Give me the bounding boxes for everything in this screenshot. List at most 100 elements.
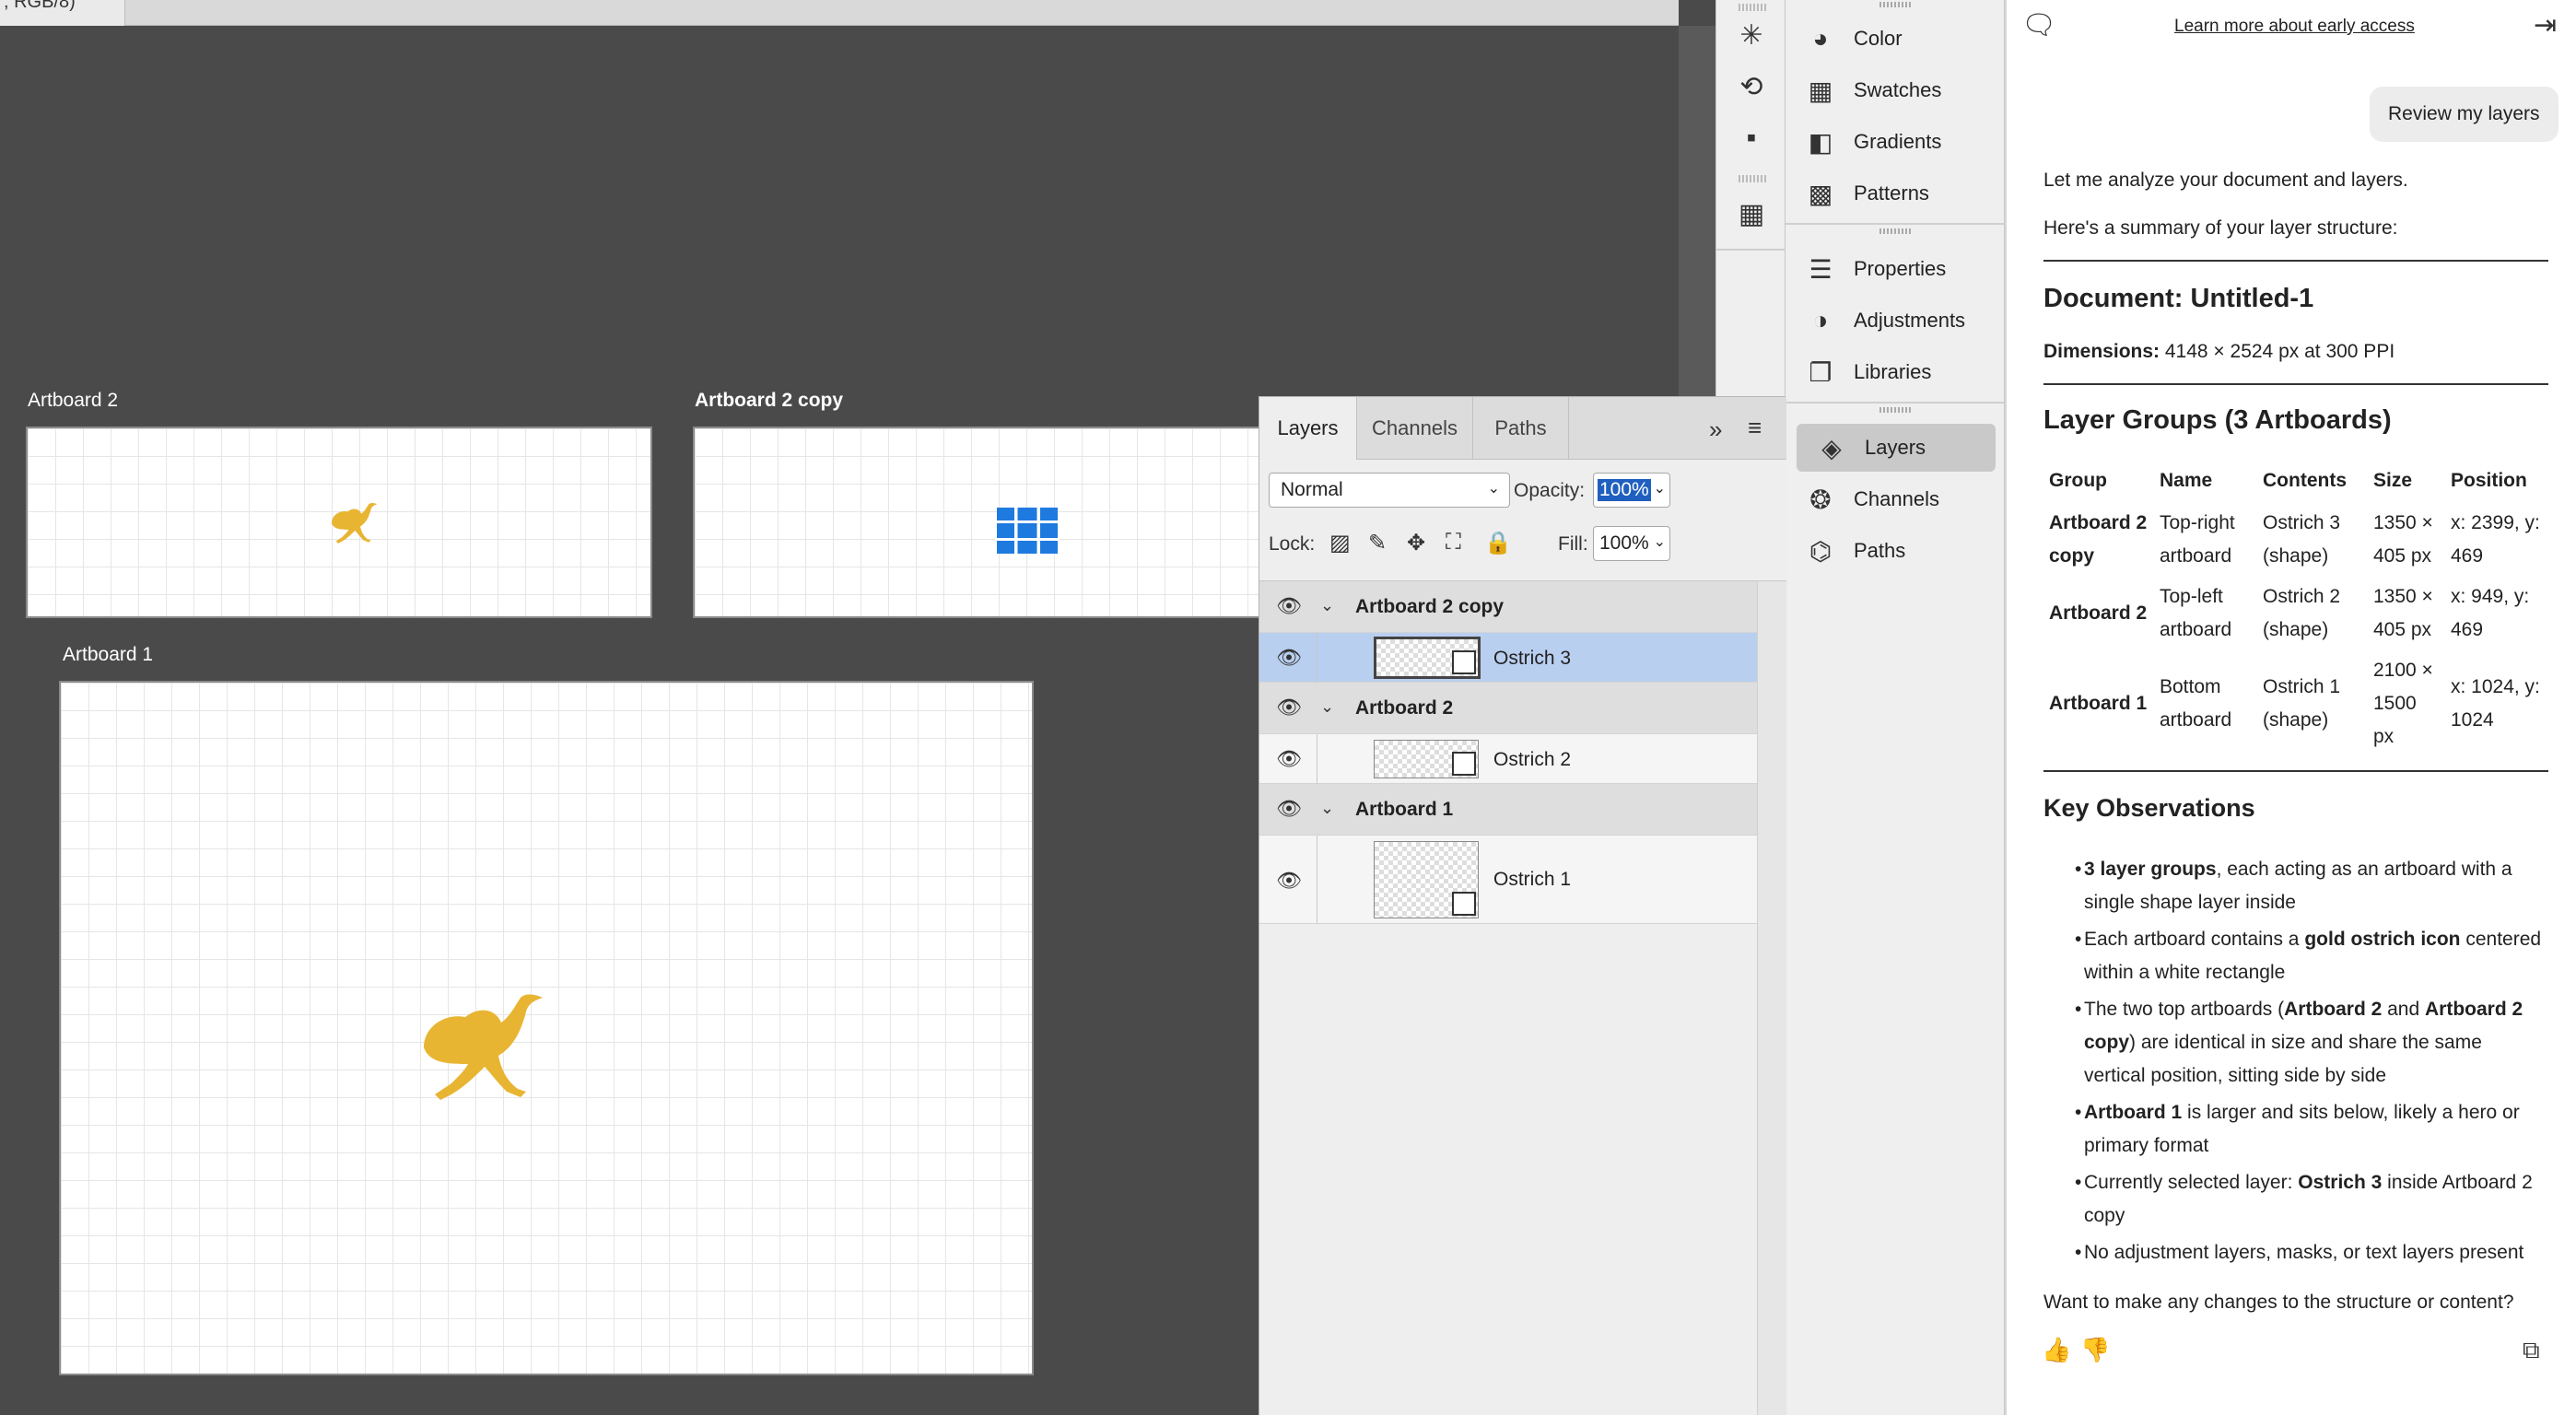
exit-panel-icon[interactable]: ⇥ [2534,9,2557,41]
table-cell: Top-right artboard [2160,512,2235,567]
layers-scrollbar[interactable] [1757,581,1786,1415]
dock-item-label: Adjustments [1854,309,1966,332]
eye-icon[interactable]: 👁 [1276,646,1302,670]
artboard-label[interactable]: Artboard 1 [63,644,153,666]
layer-group-row[interactable]: 👁 ⌄ Artboard 2 [1259,683,1757,734]
layer-thumbnail[interactable] [1374,740,1479,778]
document-tab[interactable]: , RGB/8) [0,0,125,26]
workspace-icon[interactable]: ▦ [1729,192,1774,236]
artboard-label[interactable]: Artboard 2 copy [695,390,843,412]
layer-name: Ostrich 3 [1493,648,1572,669]
blend-mode-select[interactable]: Normal ⌄ [1269,473,1510,508]
table-header: Size [2373,470,2413,491]
fill-input[interactable]: 100% ⌄ [1593,526,1670,561]
layer-group-row[interactable]: 👁 ⌄ Artboard 1 [1259,784,1757,836]
gradient-icon: ◧ [1808,127,1833,157]
artboard-2[interactable] [26,427,652,618]
divider [2043,770,2548,772]
grip-handle[interactable] [1879,407,1913,413]
tab-paths[interactable]: Paths [1473,397,1569,460]
table-cell: Ostrich 1 (shape) [2263,676,2341,731]
ostrich-shape[interactable] [326,502,380,544]
eye-icon[interactable]: 👁 [1276,747,1302,771]
thumbs-down-icon[interactable]: 👎 [2080,1336,2110,1364]
document-heading: Document: Untitled-1 [2043,284,2314,313]
chevron-down-icon[interactable]: ⌄ [1654,479,1666,497]
mask-icon [1452,650,1476,674]
dock-item-libraries[interactable]: ❐ Libraries [1786,348,2005,396]
dock-item-label: Channels [1854,487,1939,510]
dock-item-label: Paths [1854,539,1906,562]
layer-row[interactable]: 👁 Ostrich 1 [1259,836,1757,924]
ostrich-shape[interactable] [407,992,551,1103]
plugin-icon[interactable]: ▪ [1729,116,1774,160]
artboard-label[interactable]: Artboard 2 [28,390,118,412]
layer-groups-heading: Layer Groups (3 Artboards) [2043,405,2392,435]
layer-group-row[interactable]: 👁 ⌄ Artboard 2 copy [1259,581,1757,633]
lock-move-icon[interactable]: ✥ [1407,530,1425,556]
dock-item-gradients[interactable]: ◧ Gradients [1786,118,2005,166]
tab-layers[interactable]: Layers [1259,397,1357,460]
layer-name: Ostrich 1 [1493,869,1572,890]
history-brush-icon[interactable]: ⟲ [1729,64,1774,109]
panel-menu-icon[interactable]: ≡ [1748,414,1762,442]
table-cell: 2100 × 1500 px [2373,660,2433,747]
grip-handle[interactable] [1879,2,1913,7]
dimensions-line: Dimensions: 4148 × 2524 px at 300 PPI [2043,341,2395,363]
chevron-down-icon[interactable]: ⌄ [1654,532,1666,551]
selection-handles[interactable] [995,506,1060,555]
dock-item-swatches[interactable]: ▦ Swatches [1786,66,2005,114]
table-cell: Ostrich 3 (shape) [2263,512,2341,567]
dock-item-label: Libraries [1854,360,1932,383]
lock-artboard-icon[interactable]: ⛶ [1446,530,1461,555]
lock-transparent-icon[interactable]: ▨ [1329,530,1351,556]
table-cell: Artboard 2 copy [2049,512,2148,567]
eye-icon[interactable]: 👁 [1276,594,1302,618]
new-chat-icon[interactable]: 🗨 [2021,9,2056,41]
artboard-1[interactable] [59,681,1034,1375]
opacity-input[interactable]: 100% ⌄ [1593,473,1670,508]
properties-icon: ☰ [1809,254,1832,284]
mask-icon [1452,892,1476,916]
early-access-link[interactable]: Learn more about early access [2174,17,2415,37]
eye-icon[interactable]: 👁 [1276,869,1302,893]
collapse-panel-icon[interactable]: » [1709,415,1722,444]
dock-item-channels[interactable]: ❂ Channels [1786,475,2005,523]
dock-item-paths[interactable]: ⌬ Paths [1786,527,2005,575]
chevron-down-icon[interactable]: ⌄ [1320,596,1334,615]
dock-item-adjustments[interactable]: ◑ Adjustments [1786,297,2005,345]
grip-handle[interactable] [1879,228,1913,234]
observation-item: Currently selected layer: Ostrich 3 insi… [2075,1166,2545,1233]
dock-item-properties[interactable]: ☰ Properties [1786,245,2005,293]
copy-icon[interactable]: ⧉ [2523,1336,2540,1365]
layer-row[interactable]: 👁 Ostrich 2 [1259,734,1757,784]
grip-handle[interactable] [1739,4,1766,11]
table-cell: Bottom artboard [2160,676,2232,731]
grip-handle[interactable] [1739,175,1766,182]
channels-icon: ❂ [1809,485,1832,514]
thumbs-up-icon[interactable]: 👍 [2042,1336,2071,1364]
dock-item-color[interactable]: ◕ Color [1786,15,2005,63]
user-message-bubble: Review my layers [2370,87,2558,142]
canvas-scrollbar[interactable] [1679,26,1715,398]
layer-thumbnail[interactable] [1374,637,1481,679]
layer-thumbnail[interactable] [1374,841,1479,918]
chevron-down-icon[interactable]: ⌄ [1320,697,1334,717]
chevron-down-icon[interactable]: ⌄ [1320,799,1334,818]
tab-channels[interactable]: Channels [1357,397,1473,460]
dock-item-patterns[interactable]: ▩ Patterns [1786,170,2005,217]
magic-wand-icon[interactable]: ✳ [1729,13,1774,57]
dock-item-layers[interactable]: ◈ Layers [1797,424,1996,472]
table-cell: x: 1024, y: 1024 [2451,676,2540,731]
dock-item-label: Layers [1865,436,1926,459]
fill-label: Fill: [1558,533,1588,555]
artboard-2-copy[interactable] [693,427,1264,618]
eye-icon[interactable]: 👁 [1276,696,1302,719]
palette-icon: ◕ [1812,24,1829,53]
layer-row-selected[interactable]: 👁 Ostrich 3 [1259,633,1757,683]
eye-icon[interactable]: 👁 [1276,797,1302,821]
lock-paint-brush-icon[interactable]: ✎ [1368,530,1387,556]
document-tab-bar [0,0,1679,26]
assistant-panel: 🗨 Learn more about early access ⇥ Review… [2005,0,2576,1415]
lock-all-icon[interactable]: 🔒 [1484,530,1512,556]
